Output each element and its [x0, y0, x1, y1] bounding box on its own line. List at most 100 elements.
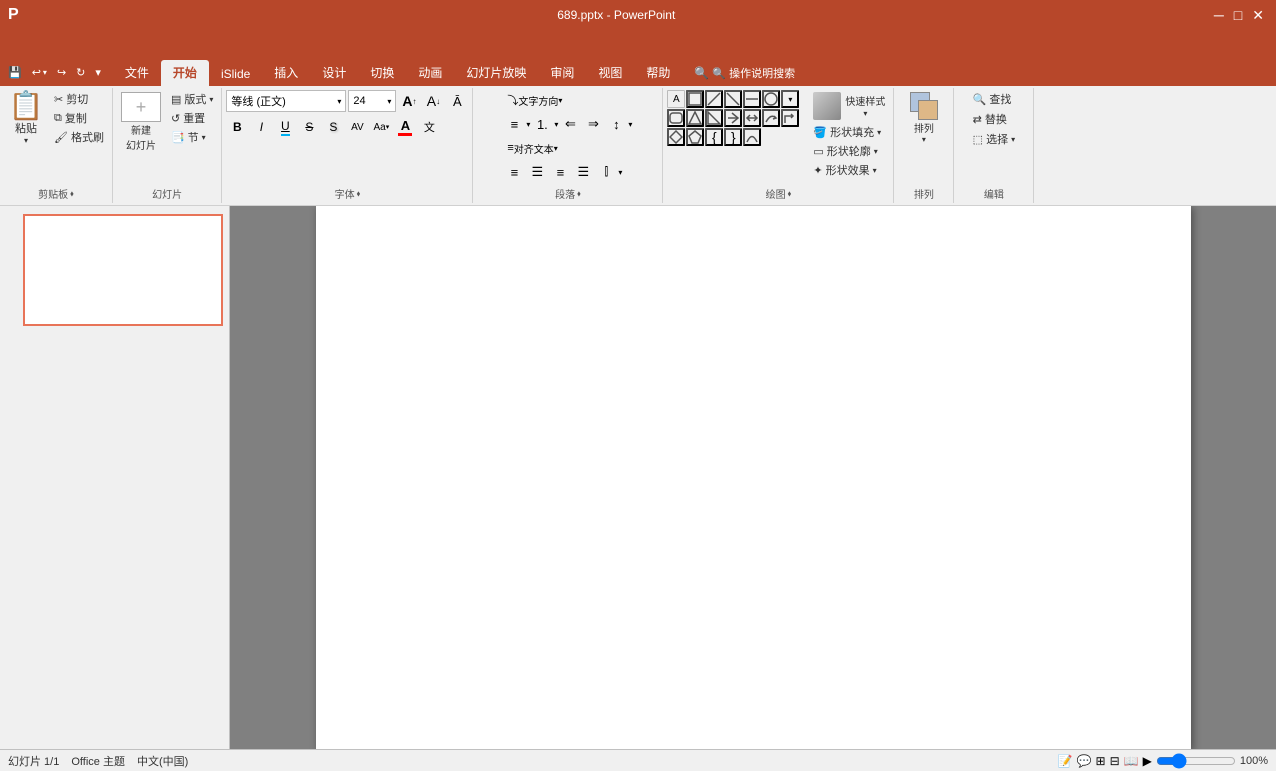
arc-shape[interactable] — [743, 128, 761, 146]
increase-indent-button[interactable]: ⇒ — [582, 114, 604, 134]
text-direction-button[interactable]: ⤵ 文字方向 ▾ — [503, 90, 566, 110]
columns-button[interactable]: ⫿ — [595, 162, 617, 182]
cut-button[interactable]: ✂ 剪切 — [50, 90, 108, 108]
rect-shape[interactable] — [686, 90, 704, 108]
justify-button[interactable]: ☰ — [572, 162, 594, 182]
circle-shape[interactable] — [762, 90, 780, 108]
title-bar-title: 689.pptx - PowerPoint — [23, 8, 1210, 22]
tab-design[interactable]: 设计 — [310, 60, 358, 86]
columns-arrow[interactable]: ▾ — [618, 168, 622, 177]
zoom-slider[interactable] — [1156, 753, 1236, 769]
paste-button[interactable]: 📋 粘贴 ▾ — [4, 90, 48, 147]
diagonal-line-shape[interactable] — [724, 90, 742, 108]
text-box-shape[interactable]: A — [667, 90, 685, 108]
quick-styles-icon — [813, 92, 841, 120]
rtriangle-shape[interactable] — [705, 109, 723, 127]
rounded-rect-shape[interactable] — [667, 109, 685, 127]
diamond-shape[interactable] — [667, 128, 685, 146]
replace-button[interactable]: ⇄ 替换 — [969, 110, 1011, 128]
arrange-button[interactable]: 排列 ▾ — [899, 90, 949, 146]
tab-islide[interactable]: iSlide — [209, 63, 262, 86]
font-expand-icon[interactable]: ⬧ — [357, 189, 361, 199]
minimize-button[interactable]: ─ — [1214, 7, 1224, 24]
section-button[interactable]: 📑 节 ▾ — [167, 128, 217, 146]
line-shape[interactable] — [705, 90, 723, 108]
tab-transitions[interactable]: 切换 — [358, 60, 406, 86]
align-text-button[interactable]: ≡ 对齐文本 ▾ — [503, 138, 561, 158]
bullets-button[interactable]: ≡ — [503, 114, 525, 134]
shape-outline-button[interactable]: ▭ 形状轮廓 ▾ — [809, 142, 889, 160]
reset-button[interactable]: ↺ 重置 — [167, 109, 217, 127]
tab-home[interactable]: 开始 — [161, 60, 209, 86]
font-size-select[interactable]: 24 ▾ — [348, 90, 396, 112]
drawing-expand-icon[interactable]: ⬧ — [788, 189, 792, 199]
line-spacing-arrow[interactable]: ▾ — [628, 120, 632, 129]
close-button[interactable]: ✕ — [1252, 7, 1264, 24]
find-button[interactable]: 🔍 查找 — [969, 90, 1016, 108]
repeat-button[interactable]: ↻ — [72, 64, 89, 81]
slide-sorter-button[interactable]: ⊟ — [1110, 754, 1120, 768]
char-shading-button[interactable]: 文 — [418, 116, 440, 138]
italic-button[interactable]: I — [250, 116, 272, 138]
copy-button[interactable]: ⧉ 复制 — [50, 109, 108, 127]
elbow-arrow-shape[interactable] — [781, 109, 799, 127]
align-center-button[interactable]: ☰ — [526, 162, 548, 182]
more-shapes[interactable]: ▾ — [781, 90, 799, 108]
bullets-arrow[interactable]: ▾ — [526, 120, 530, 129]
shape-fill-button[interactable]: 🪣 形状填充 ▾ — [809, 123, 889, 141]
char-spacing-button[interactable]: AV — [346, 116, 368, 138]
bold-button[interactable]: B — [226, 116, 248, 138]
slide-canvas[interactable] — [316, 206, 1191, 749]
line2-shape[interactable] — [743, 90, 761, 108]
decrease-indent-button[interactable]: ⇐ — [559, 114, 581, 134]
align-right-button[interactable]: ≡ — [549, 162, 571, 182]
pentagon-shape[interactable] — [686, 128, 704, 146]
normal-view-button[interactable]: ⊞ — [1096, 754, 1106, 768]
tab-slideshow[interactable]: 幻灯片放映 — [454, 60, 538, 86]
triangle-shape[interactable] — [686, 109, 704, 127]
maximize-button[interactable]: □ — [1234, 7, 1242, 24]
font-color-button[interactable]: A — [394, 116, 416, 138]
slide-thumbnail[interactable] — [23, 214, 223, 326]
decrease-font-size-button[interactable]: A↓ — [422, 90, 444, 112]
arrow-shape[interactable] — [724, 109, 742, 127]
numbering-button[interactable]: 1. — [531, 114, 553, 134]
layout-button[interactable]: ▤ 版式 ▾ — [167, 90, 217, 108]
numbering-arrow[interactable]: ▾ — [554, 120, 558, 129]
double-arrow-shape[interactable] — [743, 109, 761, 127]
reading-view-button[interactable]: 📖 — [1124, 754, 1139, 768]
tab-file[interactable]: 文件 — [113, 60, 161, 86]
strikethrough-button[interactable]: S — [298, 116, 320, 138]
undo-button[interactable]: ↩ ▾ — [28, 64, 51, 81]
change-case-button[interactable]: Aa▾ — [370, 116, 392, 138]
quick-styles-button[interactable]: 快速样式▾ — [809, 90, 889, 122]
paragraph-expand-icon[interactable]: ⬧ — [577, 189, 581, 199]
tab-search[interactable]: 🔍 🔍 操作说明搜索 — [682, 61, 807, 86]
brace-close-shape[interactable]: } — [724, 128, 742, 146]
tab-view[interactable]: 视图 — [586, 60, 634, 86]
redo-button[interactable]: ↪ — [53, 64, 70, 81]
tab-animations[interactable]: 动画 — [406, 60, 454, 86]
format-painter-button[interactable]: 🖌 格式刷 — [50, 128, 108, 146]
line-spacing-button[interactable]: ↕ — [605, 114, 627, 134]
shape-effect-button[interactable]: ✦ 形状效果 ▾ — [809, 161, 889, 179]
new-slide-button[interactable]: + 新建 幻灯片 — [117, 90, 165, 154]
clear-formatting-button[interactable]: Ā — [446, 90, 468, 112]
clipboard-expand-icon[interactable]: ⬧ — [70, 189, 74, 199]
save-button[interactable]: 💾 — [4, 64, 26, 81]
curved-arrow-shape[interactable] — [762, 109, 780, 127]
tab-review[interactable]: 审阅 — [538, 60, 586, 86]
underline-button[interactable]: U — [274, 116, 296, 138]
notes-button[interactable]: 📝 — [1058, 754, 1073, 768]
select-button[interactable]: ⬚ 选择 ▾ — [969, 130, 1019, 148]
comments-button[interactable]: 💬 — [1077, 754, 1092, 768]
tab-insert[interactable]: 插入 — [262, 60, 310, 86]
customize-button[interactable]: ▾ — [91, 64, 105, 81]
brace-open-shape[interactable]: { — [705, 128, 723, 146]
align-left-button[interactable]: ≡ — [503, 162, 525, 182]
increase-font-size-button[interactable]: A↑ — [398, 90, 420, 112]
tab-help[interactable]: 帮助 — [634, 60, 682, 86]
slideshow-button[interactable]: ▶ — [1143, 754, 1152, 768]
font-name-select[interactable]: 等线 (正文) ▾ — [226, 90, 346, 112]
shadow-button[interactable]: S — [322, 116, 344, 138]
